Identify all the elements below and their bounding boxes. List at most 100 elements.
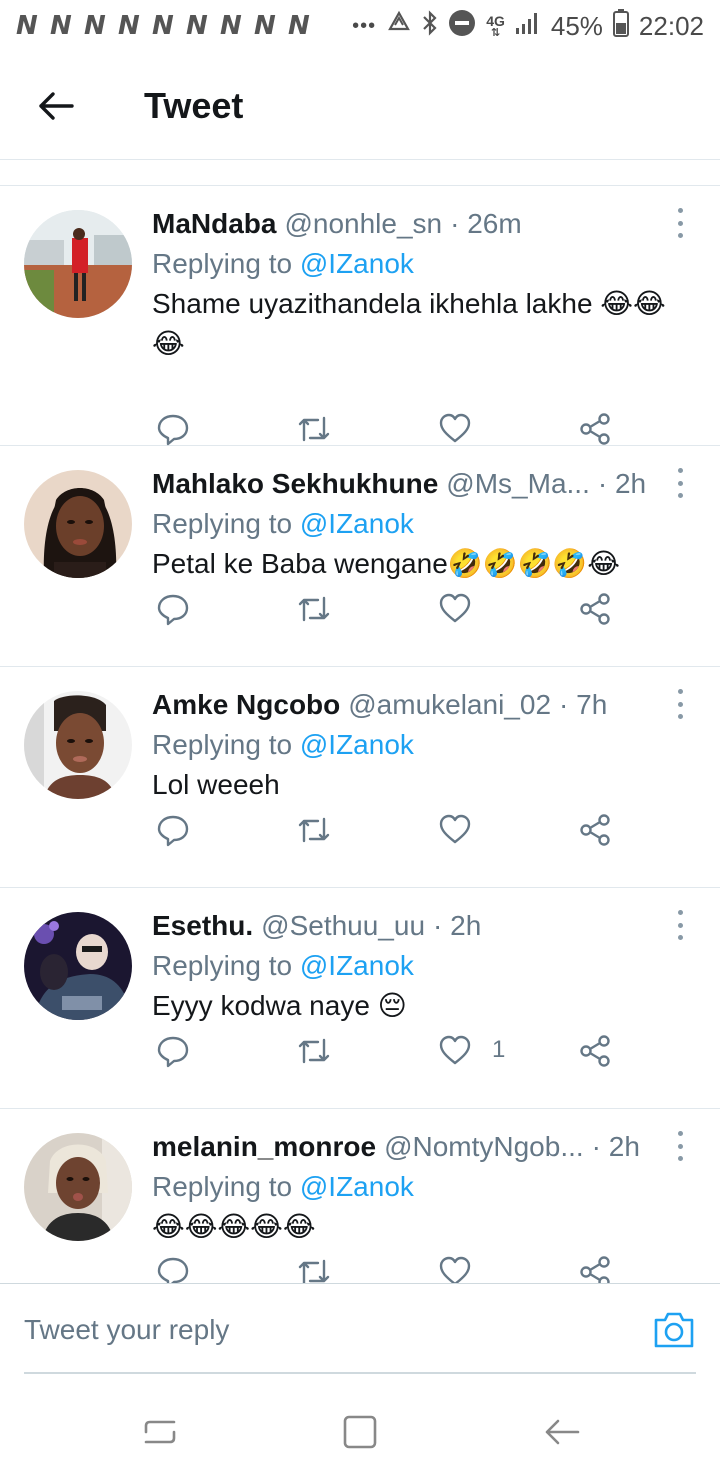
back-button[interactable] — [26, 76, 86, 136]
recent-apps-button[interactable] — [140, 1412, 180, 1452]
tweet-header: Amke Ngcobo @amukelani_02 · 7h — [152, 685, 672, 725]
tweet-content: melanin_monroe @NomtyNgob... · 2h Replyi… — [152, 1127, 672, 1247]
heart-icon — [439, 814, 471, 844]
like-button[interactable] — [438, 1255, 492, 1284]
tweet-item[interactable]: melanin_monroe @NomtyNgob... · 2h Replyi… — [0, 1109, 720, 1284]
retweet-arrows-icon — [298, 817, 330, 843]
composer-underline — [24, 1372, 696, 1374]
retweet-button[interactable] — [296, 1255, 332, 1284]
more-notifications-icon: ••• — [352, 14, 377, 37]
do-not-disturb-icon — [448, 9, 476, 44]
user-name[interactable]: melanin_monroe — [152, 1127, 376, 1167]
user-handle[interactable]: @NomtyNgob... — [384, 1127, 584, 1167]
system-nav-bar — [0, 1376, 720, 1480]
tweet-content: Esethu. @Sethuu_uu · 2h Replying to @IZa… — [152, 906, 672, 1026]
reply-button[interactable] — [156, 1255, 190, 1284]
tweet-content: Mahlako Sekhukhune @Ms_Ma... · 2h Replyi… — [152, 464, 672, 584]
tweet-content: MaNdaba @nonhle_sn · 26m Replying to @IZ… — [152, 204, 672, 364]
like-button[interactable]: 1 — [438, 1034, 505, 1066]
reply-button[interactable] — [156, 813, 190, 847]
like-button[interactable] — [438, 813, 492, 845]
tweet-text: 😂😂😂😂😂 — [152, 1211, 316, 1242]
avatar[interactable] — [24, 210, 132, 318]
tweet-item[interactable]: MaNdaba @nonhle_sn · 26m Replying to @IZ… — [0, 186, 720, 446]
mention-link[interactable]: @IZanok — [300, 508, 414, 539]
share-nodes-icon — [580, 413, 610, 445]
tweet-text: Petal ke Baba wengane🤣🤣🤣🤣😂 — [152, 548, 620, 579]
reply-button[interactable] — [156, 592, 190, 626]
retweet-arrows-icon — [298, 1038, 330, 1064]
share-button[interactable] — [578, 1034, 612, 1068]
back-arrow-icon — [545, 1419, 580, 1445]
avatar[interactable] — [24, 912, 132, 1020]
user-handle[interactable]: @Sethuu_uu — [261, 906, 425, 946]
reply-input[interactable] — [24, 1308, 624, 1352]
user-name[interactable]: Esethu. — [152, 906, 253, 946]
more-options-button[interactable] — [670, 468, 690, 498]
battery-percent: 45% — [550, 10, 603, 41]
retweet-button[interactable] — [296, 1034, 332, 1068]
tweet-time: · 2h — [591, 1131, 640, 1162]
notification-n-icon: N — [220, 11, 242, 41]
mention-link[interactable]: @IZanok — [300, 729, 414, 760]
tweet-actions — [152, 1255, 632, 1284]
mention-link[interactable]: @IZanok — [300, 950, 414, 981]
heart-icon — [439, 1035, 471, 1065]
mention-link[interactable]: @IZanok — [300, 1171, 414, 1202]
system-back-button[interactable] — [542, 1412, 582, 1452]
data-arrows-icon: ⇅ — [490, 26, 501, 39]
notification-n-icon: N — [50, 11, 72, 41]
tweet-item[interactable]: Amke Ngcobo @amukelani_02 · 7h Replying … — [0, 667, 720, 888]
replying-to: Replying to @IZanok — [152, 946, 672, 986]
mention-link[interactable]: @IZanok — [300, 248, 414, 279]
tweet-time: · 26m — [450, 208, 522, 239]
more-options-button[interactable] — [670, 910, 690, 940]
more-options-button[interactable] — [670, 689, 690, 719]
share-button[interactable] — [578, 592, 612, 626]
like-count: 1 — [492, 1036, 506, 1063]
share-nodes-icon — [580, 593, 610, 625]
retweet-button[interactable] — [296, 412, 332, 446]
tweet-actions — [152, 813, 632, 853]
avatar[interactable] — [24, 691, 132, 799]
like-button[interactable] — [438, 412, 492, 444]
share-nodes-icon — [580, 1035, 610, 1067]
user-handle[interactable]: @nonhle_sn — [284, 204, 442, 244]
replies-feed[interactable]: MaNdaba @nonhle_sn · 26m Replying to @IZ… — [0, 160, 720, 1284]
avatar[interactable] — [24, 1133, 132, 1241]
retweet-arrows-icon — [298, 416, 330, 442]
retweet-button[interactable] — [296, 592, 332, 626]
clock: 22:02 — [638, 10, 704, 41]
home-button[interactable] — [340, 1412, 380, 1452]
camera-icon — [654, 1312, 694, 1348]
more-options-button[interactable] — [670, 1131, 690, 1161]
replying-to: Replying to @IZanok — [152, 244, 672, 284]
notification-n-icon: N — [84, 11, 106, 41]
user-name[interactable]: MaNdaba — [152, 204, 276, 244]
notification-n-icon: N — [186, 11, 208, 41]
tweet-time: · 2h — [597, 468, 647, 499]
share-nodes-icon — [580, 1256, 610, 1284]
user-name[interactable]: Mahlako Sekhukhune — [152, 464, 438, 504]
user-handle[interactable]: @Ms_Ma... — [446, 464, 590, 504]
tweet-item[interactable]: Esethu. @Sethuu_uu · 2h Replying to @IZa… — [0, 888, 720, 1109]
replying-to: Replying to @IZanok — [152, 1167, 672, 1207]
user-handle[interactable]: @amukelani_02 — [348, 685, 551, 725]
like-button[interactable] — [438, 592, 492, 624]
reply-button[interactable] — [156, 1034, 190, 1068]
retweet-button[interactable] — [296, 813, 332, 847]
reply-button[interactable] — [156, 412, 190, 446]
camera-button[interactable] — [652, 1310, 696, 1350]
avatar[interactable] — [24, 470, 132, 578]
bluetooth-icon — [422, 9, 438, 43]
share-button[interactable] — [578, 813, 612, 847]
more-options-button[interactable] — [670, 208, 690, 238]
tweet-time: · 2h — [433, 910, 482, 941]
replying-to-label: Replying to — [152, 950, 300, 981]
share-button[interactable] — [578, 412, 612, 446]
user-name[interactable]: Amke Ngcobo — [152, 685, 340, 725]
battery-icon — [612, 8, 629, 44]
notification-n-icon: N — [16, 11, 38, 41]
share-button[interactable] — [578, 1255, 612, 1284]
tweet-item[interactable]: Mahlako Sekhukhune @Ms_Ma... · 2h Replyi… — [0, 446, 720, 667]
